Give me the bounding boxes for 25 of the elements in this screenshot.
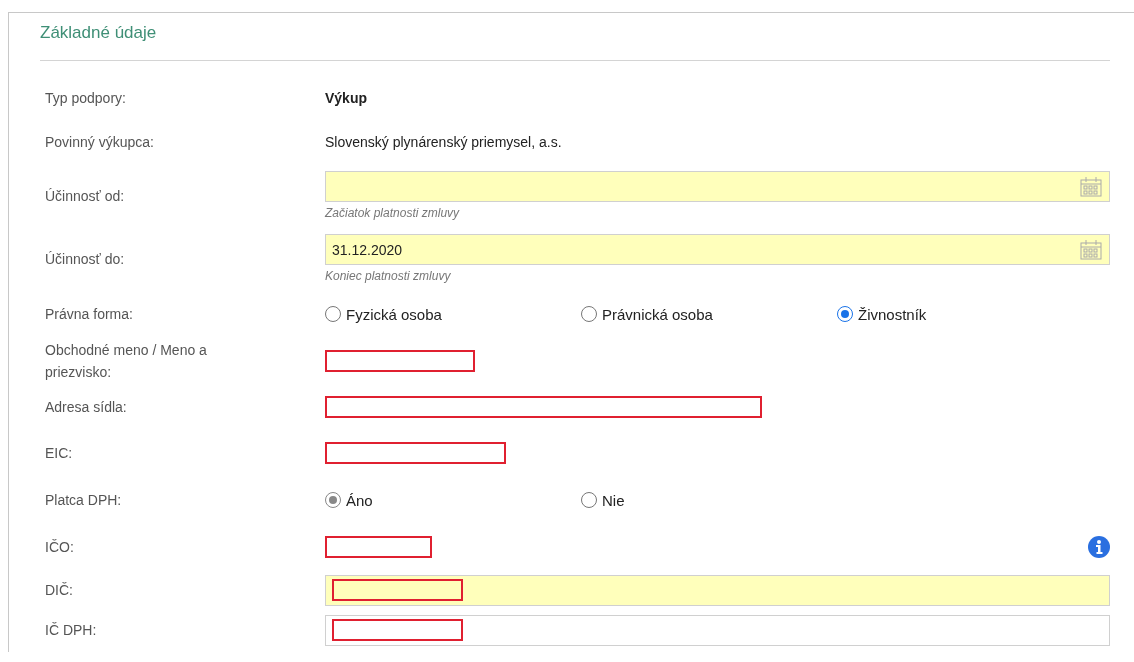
field-label: Účinnosť do: bbox=[45, 249, 126, 269]
field-label: Adresa sídla: bbox=[45, 398, 128, 417]
date-field[interactable]: 31.12.2020 bbox=[325, 234, 1110, 265]
radio-option[interactable]: Živnostník bbox=[837, 305, 1093, 323]
text-field[interactable] bbox=[325, 574, 1110, 606]
date-field[interactable] bbox=[325, 171, 1110, 202]
field-label: IČO: bbox=[45, 538, 75, 557]
field-hint: Koniec platnosti zmluvy bbox=[325, 269, 452, 283]
field-label: EIC: bbox=[45, 444, 74, 463]
field-label: Účinnosť od: bbox=[45, 186, 126, 206]
radio-option[interactable]: Fyzická osoba bbox=[325, 305, 581, 323]
field-hint: Začiatok platnosti zmluvy bbox=[325, 206, 461, 220]
field-label: Obchodné meno / Meno a priezvisko: bbox=[45, 341, 208, 382]
field-label: IČ DPH: bbox=[45, 621, 98, 640]
field-label: DIČ: bbox=[45, 581, 74, 600]
field-label: Povinný výkupca: bbox=[45, 133, 155, 152]
field-label: Právna forma: bbox=[45, 305, 134, 324]
field-label: Typ podpory: bbox=[45, 89, 127, 108]
text-field[interactable] bbox=[325, 614, 1110, 646]
section-title: Základné údaje bbox=[40, 22, 158, 44]
field-value: Slovenský plynárenský priemysel, a.s. bbox=[325, 134, 563, 150]
field-value: Výkup bbox=[325, 90, 368, 106]
field-label: Platca DPH: bbox=[45, 491, 123, 510]
info-icon[interactable] bbox=[1088, 536, 1110, 558]
radio-option[interactable]: Právnická osoba bbox=[581, 305, 837, 323]
